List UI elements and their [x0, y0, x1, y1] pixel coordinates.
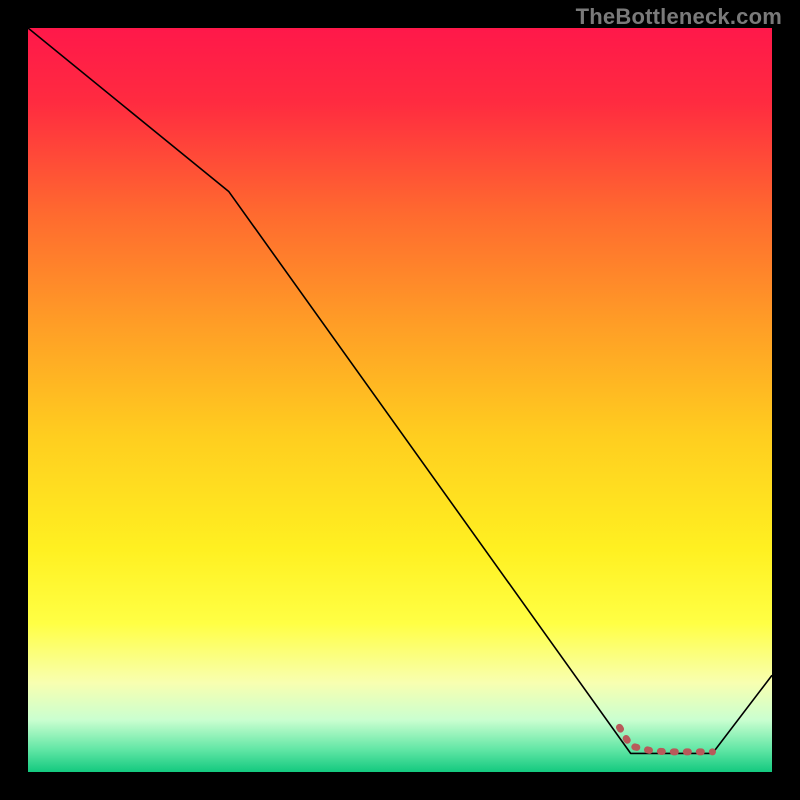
chart-svg	[28, 28, 772, 772]
watermark-text: TheBottleneck.com	[576, 4, 782, 30]
gradient-background	[28, 28, 772, 772]
chart-root: TheBottleneck.com	[0, 0, 800, 800]
plot-area	[28, 28, 772, 772]
